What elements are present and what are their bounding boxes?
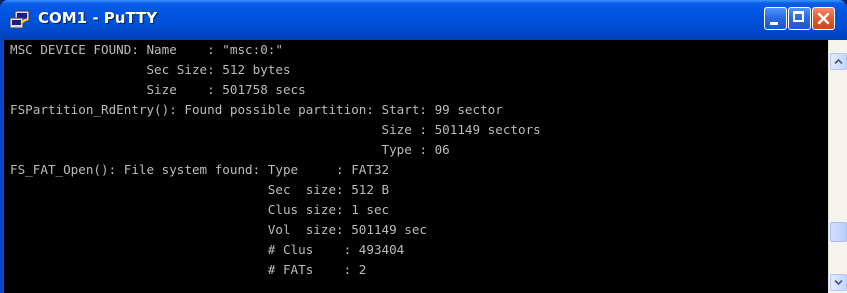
terminal-output[interactable]: MSC DEVICE FOUND: Name : "msc:0:" Sec Si… (4, 40, 828, 293)
terminal-line: Clus size: 1 sec (10, 202, 390, 217)
terminal-line: Vol size: 501149 sec (10, 222, 428, 237)
window-title: COM1 - PuTTY (38, 9, 158, 27)
close-icon (817, 12, 830, 25)
terminal-line: # Clus : 493404 (10, 242, 405, 257)
scroll-down-button[interactable] (830, 274, 847, 291)
title-bar[interactable]: COM1 - PuTTY (0, 0, 847, 40)
terminal-line: Size : 501149 sectors (10, 122, 541, 137)
terminal-line: Size : 501758 secs (10, 82, 306, 97)
putty-window: COM1 - PuTTY MSC DEVICE FOUND: Name : "m… (0, 0, 847, 293)
terminal-line: # FATs : 2 (10, 262, 367, 277)
terminal-line: FS_FAT_Open(): File system found: Type :… (10, 162, 390, 177)
chevron-up-icon (834, 58, 843, 65)
terminal-line: Sec Size: 512 bytes (10, 62, 291, 77)
scroll-up-button[interactable] (830, 53, 847, 70)
close-button[interactable] (812, 7, 835, 30)
vertical-scrollbar[interactable] (828, 40, 847, 293)
putty-icon[interactable] (9, 10, 31, 30)
terminal-line: MSC DEVICE FOUND: Name : "msc:0:" (10, 42, 283, 57)
terminal-line: FSPartition_RdEntry(): Found possible pa… (10, 102, 503, 117)
terminal-line: Type : 06 (10, 142, 450, 157)
maximize-button[interactable] (788, 7, 811, 30)
chevron-down-icon (834, 279, 843, 286)
scroll-thumb[interactable] (830, 222, 847, 242)
terminal-line: Sec size: 512 B (10, 182, 390, 197)
minimize-button[interactable] (764, 7, 787, 30)
